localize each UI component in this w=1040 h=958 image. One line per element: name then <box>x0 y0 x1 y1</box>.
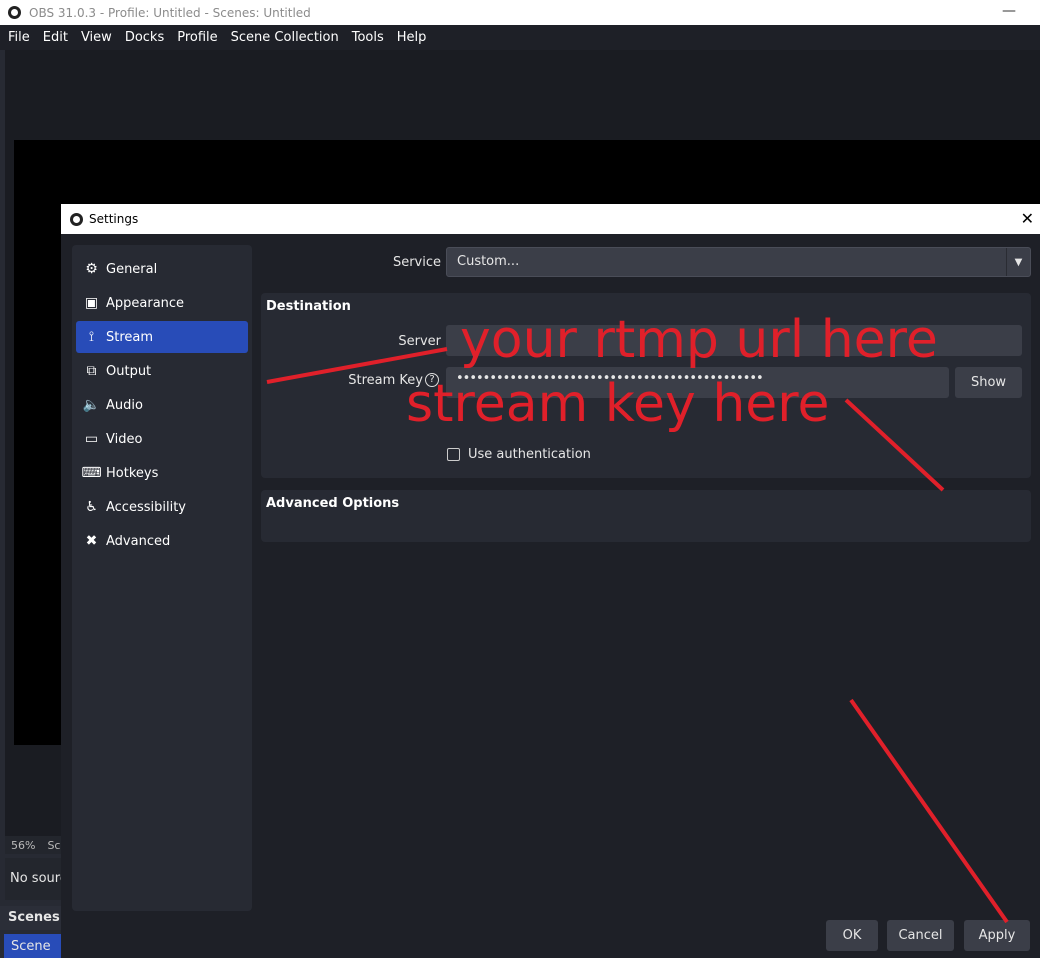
settings-titlebar: Settings ✕ <box>61 204 1040 234</box>
scenes-dock-header: Scenes <box>0 906 61 930</box>
close-icon[interactable]: ✕ <box>1021 209 1034 228</box>
chevron-down-icon: ▼ <box>1006 248 1030 276</box>
tools-icon: ✖ <box>85 533 98 549</box>
zoom-level: 56% <box>11 838 36 852</box>
no-source-label: No source <box>5 858 61 900</box>
apply-button[interactable]: Apply <box>964 920 1030 951</box>
use-authentication-label[interactable]: Use authentication <box>468 447 591 462</box>
menu-scene-collection[interactable]: Scene Collection <box>231 30 339 45</box>
sidebar-item-appearance[interactable]: ▣ Appearance <box>76 287 248 319</box>
cancel-button[interactable]: Cancel <box>887 920 954 951</box>
monitor-icon: ▭ <box>84 431 99 447</box>
sidebar-item-hotkeys[interactable]: ⌨ Hotkeys <box>76 457 248 489</box>
settings-title: Settings <box>89 212 139 226</box>
zoom-status: 56% Sca <box>5 836 67 854</box>
advanced-options-title: Advanced Options <box>266 496 400 511</box>
destination-title: Destination <box>266 299 351 314</box>
sidebar-item-label: Video <box>106 431 143 447</box>
main-titlebar: OBS 31.0.3 - Profile: Untitled - Scenes:… <box>0 0 1040 25</box>
menu-bar: File Edit View Docks Profile Scene Colle… <box>0 25 1040 50</box>
window-title: OBS 31.0.3 - Profile: Untitled - Scenes:… <box>29 5 311 20</box>
sidebar-item-label: Accessibility <box>106 499 186 515</box>
sidebar-item-label: Hotkeys <box>106 465 159 481</box>
accessibility-icon: ♿ <box>85 499 98 515</box>
menu-tools[interactable]: Tools <box>352 30 384 45</box>
keyboard-icon: ⌨ <box>81 465 102 481</box>
sidebar-item-accessibility[interactable]: ♿ Accessibility <box>76 491 248 523</box>
service-value: Custom... <box>457 254 520 269</box>
use-authentication-checkbox[interactable] <box>447 448 460 461</box>
menu-docks[interactable]: Docks <box>125 30 164 45</box>
speaker-icon: 🔈 <box>82 397 101 413</box>
service-label: Service <box>392 255 441 270</box>
menu-view[interactable]: View <box>81 30 112 45</box>
antenna-icon: ⟟ <box>88 329 95 345</box>
settings-sidebar: ⚙ General ▣ Appearance ⟟ Stream ⧉ Output… <box>72 245 252 911</box>
gear-icon: ⚙ <box>85 261 98 277</box>
sidebar-item-general[interactable]: ⚙ General <box>76 253 248 285</box>
sidebar-item-stream[interactable]: ⟟ Stream <box>76 321 248 353</box>
stream-key-label: Stream Key <box>348 373 423 388</box>
annotation-rtmp-url: your rtmp url here <box>460 310 938 370</box>
menu-help[interactable]: Help <box>397 30 427 45</box>
scene-list-item[interactable]: Scene <box>4 934 61 958</box>
service-dropdown[interactable]: Custom... ▼ <box>446 247 1031 277</box>
menu-profile[interactable]: Profile <box>177 30 217 45</box>
obs-logo-icon <box>8 6 21 19</box>
sidebar-item-audio[interactable]: 🔈 Audio <box>76 389 248 421</box>
sidebar-item-label: General <box>106 261 158 277</box>
output-icon: ⧉ <box>86 363 97 379</box>
ok-button[interactable]: OK <box>826 920 878 951</box>
obs-logo-icon <box>70 212 83 226</box>
sidebar-item-advanced[interactable]: ✖ Advanced <box>76 525 248 557</box>
advanced-options-group: Advanced Options <box>261 490 1031 542</box>
menu-edit[interactable]: Edit <box>43 30 68 45</box>
sidebar-item-label: Output <box>106 363 152 379</box>
minimize-button[interactable]: — <box>1002 3 1016 19</box>
sidebar-item-label: Stream <box>106 329 154 345</box>
sidebar-item-output[interactable]: ⧉ Output <box>76 355 248 387</box>
annotation-stream-key: stream key here <box>406 374 830 434</box>
sidebar-item-label: Audio <box>106 397 143 413</box>
menu-file[interactable]: File <box>8 30 30 45</box>
appearance-icon: ▣ <box>84 295 99 311</box>
sidebar-item-video[interactable]: ▭ Video <box>76 423 248 455</box>
server-label: Server <box>398 334 441 349</box>
show-key-button[interactable]: Show <box>955 367 1022 398</box>
sidebar-item-label: Advanced <box>106 533 171 549</box>
sidebar-item-label: Appearance <box>106 295 185 311</box>
